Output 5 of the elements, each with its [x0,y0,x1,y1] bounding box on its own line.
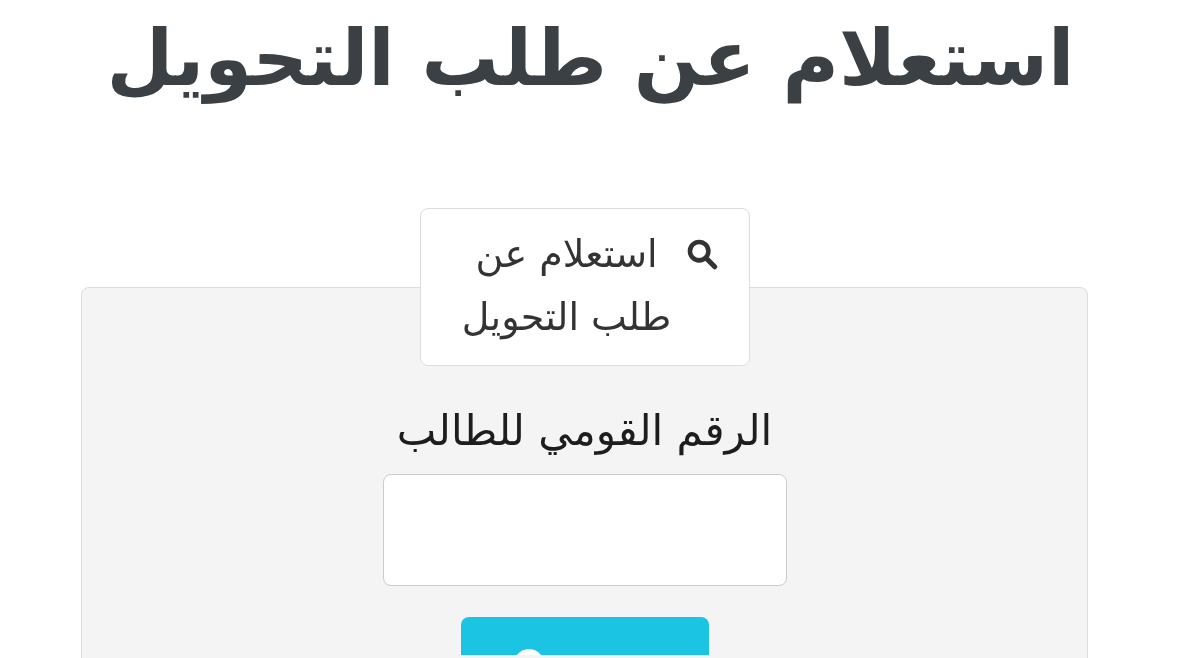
action-button[interactable] [460,617,709,655]
field-label: الرقم القومي للطالب [396,405,773,458]
legend-text: استعلام عن طلب التحويل [460,231,673,342]
page-title: استعلام عن طلب التحويل [105,13,1076,106]
input-field[interactable] [382,474,787,586]
